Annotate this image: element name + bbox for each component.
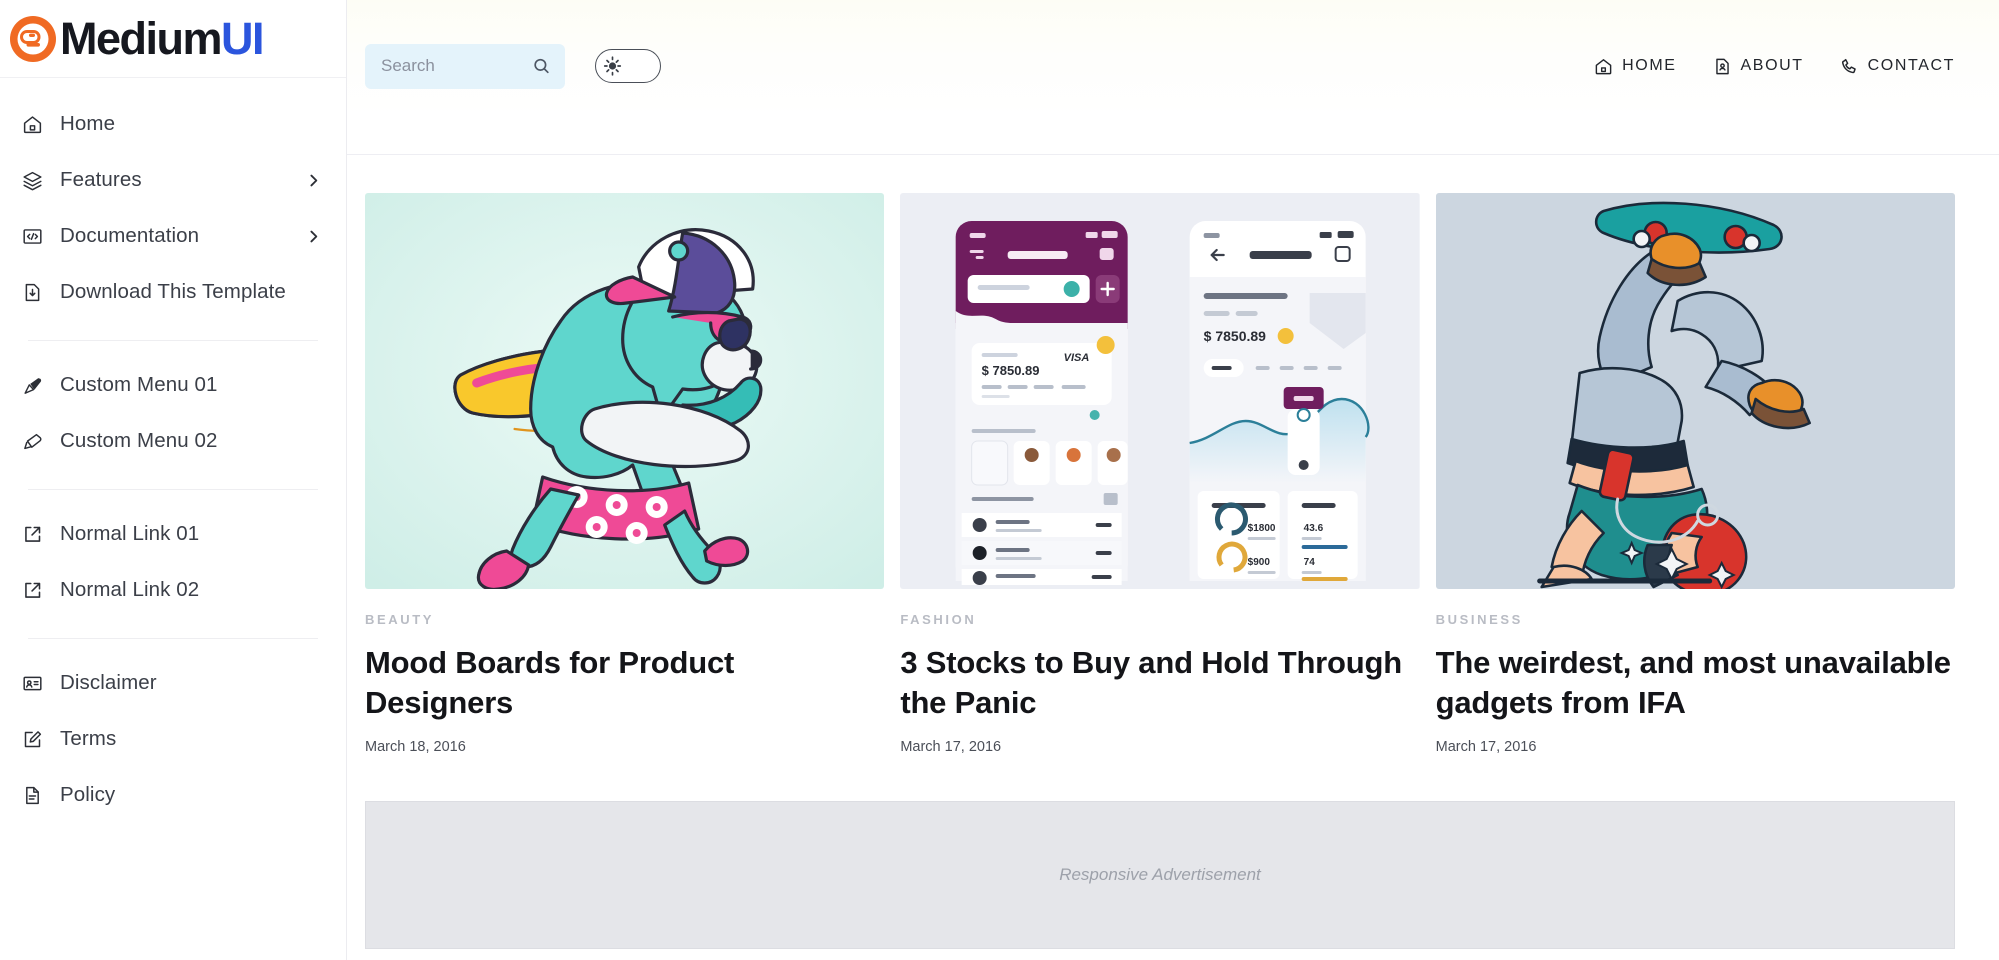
topbar: HOME ABOUT CONTACT (347, 0, 1999, 155)
svg-text:74: 74 (1304, 557, 1316, 568)
edit-square-icon (22, 729, 52, 750)
sidebar-item-label: Disclaimer (60, 671, 157, 694)
chevron-right-icon[interactable] (305, 228, 322, 245)
search-input[interactable] (365, 43, 565, 89)
sidebar-item-label: Policy (60, 783, 116, 806)
sidebar-item-policy[interactable]: Policy (0, 767, 346, 823)
main-content: HOME ABOUT CONTACT (347, 0, 1999, 960)
top-nav-about[interactable]: ABOUT (1713, 57, 1804, 76)
sidebar-item-documentation[interactable]: Documentation (0, 208, 346, 264)
ink-pen-icon (22, 375, 52, 396)
sidebar-group-legal: Disclaimer Terms Policy (0, 655, 346, 833)
post-category[interactable]: BUSINESS (1436, 612, 1955, 627)
svg-text:$ 7850.89: $ 7850.89 (1204, 328, 1266, 344)
wallet-dashboard-app-mockup[interactable]: $ 7850.89 VISA $ 7850.89 $1800 $900 43.6… (900, 193, 1420, 589)
svg-text:VISA: VISA (1064, 352, 1090, 364)
sidebar-item-label: Terms (60, 727, 117, 750)
svg-text:$1800: $1800 (1248, 523, 1276, 534)
sidebar-item-features[interactable]: Features (0, 152, 346, 208)
post-category[interactable]: FASHION (900, 612, 1419, 627)
post-card: BUSINESS The weirdest, and most unavaila… (1435, 193, 1955, 755)
file-download-icon (22, 282, 52, 303)
sidebar-divider (28, 340, 318, 341)
post-title[interactable]: Mood Boards for Product Designers (365, 643, 884, 723)
post-date: March 17, 2016 (1435, 738, 1537, 755)
brand-logo-area[interactable]: MediumUI (0, 0, 346, 78)
code-window-icon (22, 226, 52, 247)
external-link-icon (22, 580, 52, 601)
sidebar-item-label: Download This Template (60, 280, 286, 303)
skateboarder-handstand-illustration[interactable] (1435, 193, 1955, 589)
document-text-icon (22, 785, 52, 806)
post-date: March 18, 2016 (365, 738, 466, 755)
top-nav-label: CONTACT (1867, 57, 1955, 74)
brand-title: MediumUI (60, 13, 265, 64)
sidebar-item-label: Home (60, 112, 116, 135)
sidebar-item-download-this-template[interactable]: Download This Template (0, 264, 346, 320)
sidebar-item-label: Custom Menu 01 (60, 373, 218, 396)
sidebar-item-custom-menu-02[interactable]: Custom Menu 02 (0, 413, 346, 469)
sun-icon (600, 54, 625, 79)
post-title[interactable]: The weirdest, and most unavailable gadge… (1436, 643, 1955, 723)
sidebar-item-normal-link-02[interactable]: Normal Link 02 (0, 562, 346, 618)
page-root: MediumUI Home Features Documentation Dow… (0, 0, 1999, 960)
post-card: BEAUTY Mood Boards for Product Designers… (365, 193, 885, 755)
sidebar-item-normal-link-01[interactable]: Normal Link 01 (0, 506, 346, 562)
sidebar-item-terms[interactable]: Terms (0, 711, 346, 767)
sidebar-group-main: Home Features Documentation Download Thi… (0, 96, 346, 330)
home-icon (1594, 57, 1613, 76)
external-link-icon (22, 524, 52, 545)
sidebar-item-custom-menu-01[interactable]: Custom Menu 01 (0, 357, 346, 413)
top-navigation: HOME ABOUT CONTACT (1594, 57, 1955, 76)
layers-icon (22, 170, 52, 191)
sidebar-group-links: Normal Link 01 Normal Link 02 (0, 506, 346, 628)
top-nav-contact[interactable]: CONTACT (1840, 57, 1955, 76)
svg-text:43.6: 43.6 (1304, 523, 1324, 534)
brand-title-accent: UI (221, 13, 265, 64)
sidebar-item-label: Normal Link 02 (60, 578, 200, 601)
sidebar-divider (28, 489, 318, 490)
post-card: $ 7850.89 VISA $ 7850.89 $1800 $900 43.6… (900, 193, 1420, 755)
sidebar-divider (28, 638, 318, 639)
advertisement-label: Responsive Advertisement (1059, 864, 1261, 884)
sidebar-nav: Home Features Documentation Download Thi… (0, 78, 346, 960)
sidebar-group-custom: Custom Menu 01 Custom Menu 02 (0, 357, 346, 479)
paint-bucket-icon (22, 431, 52, 452)
post-category[interactable]: BEAUTY (365, 612, 884, 627)
surfing-bear-illustration[interactable] (365, 193, 885, 589)
sidebar-item-disclaimer[interactable]: Disclaimer (0, 655, 346, 711)
post-title[interactable]: 3 Stocks to Buy and Hold Through the Pan… (900, 643, 1419, 723)
sidebar-item-label: Normal Link 01 (60, 522, 200, 545)
sidebar-item-label: Features (60, 168, 142, 191)
top-nav-label: ABOUT (1740, 57, 1804, 74)
profile-card-icon (1713, 57, 1732, 76)
top-nav-label: HOME (1622, 57, 1677, 74)
top-nav-home[interactable]: HOME (1594, 57, 1676, 76)
post-date: March 17, 2016 (900, 738, 1002, 755)
phone-icon (1840, 57, 1859, 76)
sidebar-item-label: Documentation (60, 224, 200, 247)
sidebar: MediumUI Home Features Documentation Dow… (0, 0, 347, 960)
home-icon (22, 114, 52, 135)
theme-toggle-switch[interactable] (595, 49, 661, 83)
sidebar-item-label: Custom Menu 02 (60, 429, 218, 452)
chevron-right-icon[interactable] (305, 172, 322, 189)
search-container (365, 43, 565, 89)
svg-text:$ 7850.89: $ 7850.89 (982, 363, 1040, 378)
id-card-icon (22, 673, 52, 694)
sidebar-item-home[interactable]: Home (0, 96, 346, 152)
blogger-b-icon (8, 14, 58, 64)
post-grid: BEAUTY Mood Boards for Product Designers… (347, 155, 1999, 755)
svg-text:$900: $900 (1248, 557, 1271, 568)
advertisement-slot[interactable]: Responsive Advertisement (365, 800, 1955, 949)
brand-title-primary: Medium (60, 13, 223, 64)
